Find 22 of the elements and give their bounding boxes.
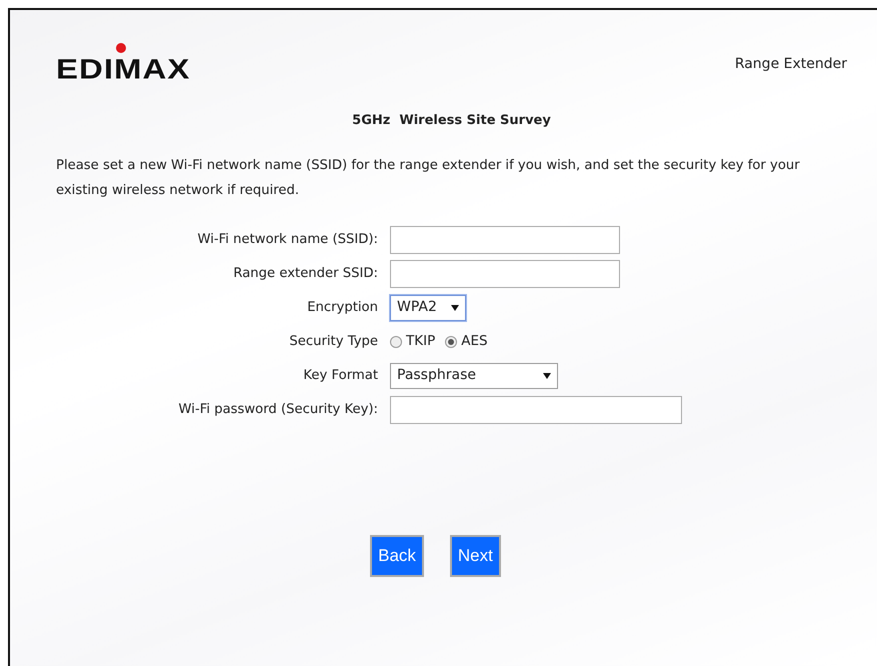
input-field[interactable]: [390, 396, 682, 424]
back-button[interactable]: Next: [450, 534, 501, 577]
dropdown[interactable]: Passphrase: [390, 362, 558, 388]
field-label: Wi-Fi network name (SSID):: [196, 230, 378, 249]
back-button[interactable]: Back: [370, 534, 424, 577]
dropdown[interactable]: WPA2: [390, 294, 466, 320]
logo-dot-icon: [116, 43, 126, 53]
field-label: Security Type: [288, 332, 378, 351]
input-field[interactable]: [390, 226, 620, 254]
input-field[interactable]: [390, 260, 620, 288]
field-label: Key Format: [302, 366, 378, 385]
caret-icon: [450, 304, 459, 310]
radio-option[interactable]: AES: [445, 331, 488, 352]
field-label: Encryption: [306, 298, 378, 317]
caret-icon: [543, 372, 551, 378]
product-name: Range Extender: [734, 55, 847, 74]
field-label: Wi-Fi password (Security Key):: [178, 400, 378, 419]
page-title: 5GHz Wireless Site Survey: [351, 112, 552, 130]
intro-text: Please set a new Wi-Fi network name (SSID) for the range extender if you wish, and set the security key for your existing wireless network if required.: [56, 156, 801, 200]
radio-option[interactable]: TKIP: [390, 331, 436, 352]
field-label: Range extender SSID:: [232, 264, 378, 283]
logo: EDIMAX: [56, 54, 190, 83]
